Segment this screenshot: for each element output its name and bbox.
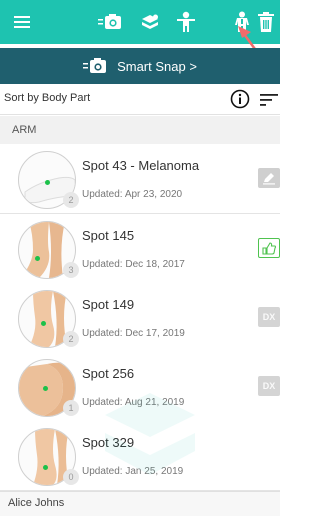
apps-icon[interactable] [137,0,163,44]
photo-count-badge: 0 [63,469,79,485]
list-item[interactable]: 3 Spot 145 Updated: Dec 18, 2017 [0,214,280,284]
dx-button[interactable]: DX [258,376,280,396]
spot-marker [41,321,46,326]
spot-marker [43,386,48,391]
list-item[interactable]: 1 Spot 256 Updated: Aug 21, 2019 DX [0,352,280,422]
smart-snap-label: Smart Snap > [117,58,197,74]
camera-icon[interactable] [97,0,123,44]
spot-list: 2 Spot 43 - Melanoma Updated: Apr 23, 20… [0,144,280,491]
dx-button[interactable]: DX [258,307,280,327]
spot-name: Spot 145 [82,228,135,243]
spot-name: Spot 329 [82,435,135,450]
spot-name: Spot 43 - Melanoma [82,158,200,173]
info-icon[interactable] [230,89,250,114]
smart-snap-banner[interactable]: Smart Snap > [0,48,280,84]
photo-count-badge: 2 [63,192,79,208]
edit-icon[interactable] [258,168,280,188]
section-header: ARM [0,116,280,144]
spot-marker [45,180,50,185]
sort-label[interactable]: Sort by Body Part [4,92,90,104]
spot-updated: Updated: Apr 23, 2020 [82,189,183,200]
spot-updated: Updated: Dec 17, 2019 [82,328,185,339]
photo-count-badge: 3 [63,262,79,278]
patient-name[interactable]: Alice Johns [8,497,64,509]
photo-count-badge: 2 [63,331,79,347]
spot-name: Spot 149 [82,297,135,312]
body-back-icon[interactable] [232,0,252,44]
spot-updated: Updated: Dec 18, 2017 [82,259,185,270]
spot-updated: Updated: Jan 25, 2019 [82,466,184,477]
spot-marker [35,256,40,261]
list-item[interactable]: 2 Spot 43 - Melanoma Updated: Apr 23, 20… [0,144,280,214]
body-front-icon[interactable] [173,0,199,44]
menu-icon[interactable] [10,0,34,44]
spot-name: Spot 256 [82,366,135,381]
list-item[interactable]: 0 Spot 329 Updated: Jan 25, 2019 [0,421,280,491]
photo-count-badge: 1 [63,400,79,416]
spot-updated: Updated: Aug 21, 2019 [82,397,185,408]
spot-marker [43,465,48,470]
top-toolbar [0,0,280,44]
sort-bar: Sort by Body Part [0,84,280,115]
section-label: ARM [12,124,37,136]
sort-icon[interactable] [260,93,278,111]
thumbs-up-icon[interactable] [258,238,280,258]
trash-icon[interactable] [256,0,276,44]
camera-icon [83,58,107,74]
list-item[interactable]: 2 Spot 149 Updated: Dec 17, 2019 DX [0,283,280,353]
footer-bar: Alice Johns [0,491,280,516]
